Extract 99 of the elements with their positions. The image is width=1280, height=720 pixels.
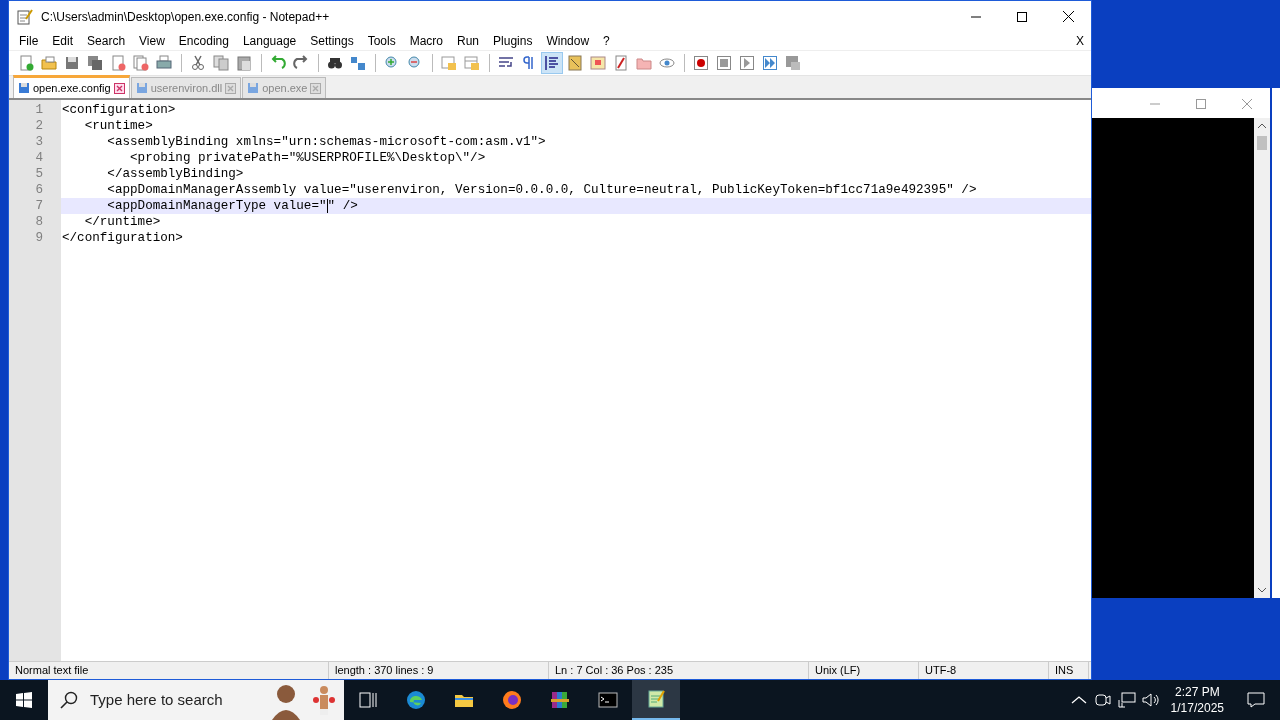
clock-date: 1/17/2025 (1170, 700, 1224, 716)
menu-item[interactable]: Edit (45, 32, 81, 50)
console-icon (598, 690, 618, 710)
code-line: <runtime> (83, 118, 154, 134)
scroll-down-icon[interactable] (1258, 586, 1266, 594)
folder-icon (41, 55, 57, 71)
eye-icon (659, 55, 675, 71)
floppy-icon (64, 55, 80, 71)
menu-item[interactable]: File (12, 32, 46, 50)
menu-item[interactable]: ? (596, 32, 617, 50)
menu-item[interactable]: Window (539, 32, 597, 50)
code-line: <configuration> (61, 102, 177, 118)
menu-item[interactable]: Language (235, 32, 304, 50)
start-icon (16, 692, 32, 708)
code-line: <probing privatePath="%USERPROFILE%\Desktop\"/> (129, 150, 487, 166)
scrollbar[interactable] (1254, 118, 1270, 598)
search-input[interactable]: Type here to search (88, 687, 258, 713)
code-line: </configuration> (61, 230, 184, 246)
file-icon (247, 82, 260, 94)
page-plus-icon (18, 55, 34, 71)
page-close-icon (110, 55, 126, 71)
status-text: Ln : 7 Col : 36 Pos : 235 (549, 662, 809, 679)
maximize-icon (1017, 11, 1027, 22)
code-line: </runtime> (83, 214, 162, 230)
line-number: 4 (34, 150, 44, 166)
undo-icon (270, 55, 286, 71)
notepad-icon (17, 8, 33, 25)
status-text: length : 370 lines : 9 (329, 662, 549, 679)
play-icon (739, 55, 755, 71)
notepad-taskbar-button[interactable] (632, 680, 680, 720)
pages-close-icon (133, 55, 149, 71)
document-map-icon (590, 55, 606, 71)
binoculars-icon (327, 55, 343, 71)
grid-icon (785, 55, 801, 71)
menu-item[interactable]: Macro (402, 32, 450, 50)
printer-icon (156, 55, 172, 71)
indent-guide-button[interactable] (541, 52, 563, 74)
status-text: UTF-8 (919, 662, 1049, 679)
file-icon (135, 82, 148, 94)
close-tab-icon[interactable] (113, 82, 125, 94)
close-icon (1242, 98, 1252, 109)
status-text: INS (1049, 662, 1089, 679)
code-line: <appDomainManagerAssembly value="userenviron, Version=0.0.0.0, Culture=neutral, PublicKeyToken=bf1cc71a9e492395" /> (106, 182, 978, 198)
firefox-icon (502, 690, 522, 710)
menu-item[interactable]: Plugins (486, 32, 540, 50)
file-icon (18, 82, 30, 94)
line-number: 7 (34, 198, 44, 214)
stop-icon (716, 55, 732, 71)
menu-item[interactable]: Tools (360, 32, 403, 50)
line-number: 5 (34, 166, 44, 182)
menu-item[interactable]: Search (80, 32, 133, 50)
redo-icon (293, 55, 309, 71)
volume-icon (1140, 690, 1161, 710)
line-number: 8 (34, 214, 44, 230)
status-text: Normal text file (9, 662, 329, 679)
zoom-out-icon (407, 55, 423, 71)
copy-button[interactable] (210, 52, 232, 74)
notifications-icon (1246, 690, 1266, 710)
zoom-in-icon (384, 55, 400, 71)
scroll-up-icon[interactable] (1258, 122, 1266, 130)
replace-icon (350, 55, 366, 71)
code-line: <assemblyBinding xmlns="urn:schemas-microsoft-com:asm.v1"> (106, 134, 547, 150)
document-language-icon (567, 55, 583, 71)
tab[interactable]: open.exe.config (13, 75, 130, 98)
sync-vertical-icon (441, 55, 457, 71)
code-line: </assemblyBinding> (106, 166, 245, 182)
books-icon (550, 690, 570, 710)
task-view-icon (358, 690, 378, 710)
scrollbar-thumb[interactable] (1257, 136, 1267, 150)
status-text: Unix (LF) (809, 662, 919, 679)
network-icon (1116, 690, 1137, 710)
maximize-icon (1196, 98, 1206, 109)
clipboard-icon (236, 55, 252, 71)
notepad-icon (646, 689, 666, 709)
search-field[interactable]: Type here to search (48, 680, 344, 720)
scissors-icon (190, 55, 206, 71)
line-number: 1 (34, 102, 44, 118)
window-title: C:\Users\admin\Desktop\open.exe.config - Notepad++ (41, 8, 330, 26)
sync-horizontal-icon (464, 55, 480, 71)
menu-item[interactable]: Run (450, 32, 487, 50)
close-icon (1062, 11, 1074, 22)
indent-guide-icon (544, 55, 560, 71)
menu-item[interactable]: Settings (303, 32, 361, 50)
search-icon (60, 691, 78, 709)
menu-item[interactable]: Encoding (171, 32, 236, 50)
function-list-icon (613, 55, 629, 71)
line-number: 3 (34, 134, 44, 150)
menu-item[interactable]: View (132, 32, 172, 50)
fast-forward-icon (762, 55, 778, 71)
line-number: 6 (34, 182, 44, 198)
record-icon (693, 55, 709, 71)
folder-icon (636, 55, 652, 71)
close-document-button[interactable]: X (1069, 32, 1091, 50)
edge-icon (406, 690, 426, 710)
clock-time: 2:27 PM (1173, 684, 1221, 700)
line-number: 9 (34, 230, 44, 246)
floppies-icon (87, 55, 103, 71)
line-number: 2 (34, 118, 44, 134)
copy-icon (213, 55, 229, 71)
